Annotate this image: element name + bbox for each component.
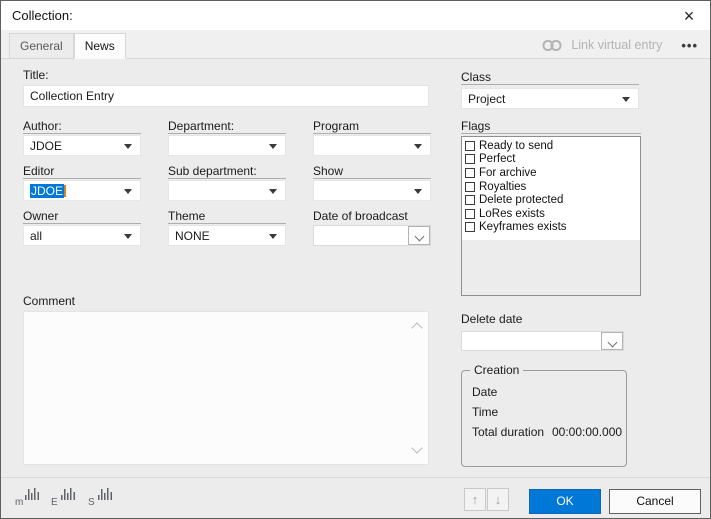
up-arrow-icon: ↑ xyxy=(472,492,479,507)
svg-text:m: m xyxy=(15,497,23,508)
flag-item[interactable]: Delete protected xyxy=(462,193,640,207)
program-label: Program xyxy=(313,119,431,134)
dialog-title: Collection: xyxy=(12,8,73,23)
delete-date-picker[interactable] xyxy=(461,331,624,351)
editor-label: Editor xyxy=(23,164,141,179)
creation-groupbox: Creation Date Time Total duration 00:00:… xyxy=(461,370,627,467)
checkbox-unchecked-icon[interactable] xyxy=(465,168,475,178)
checkbox-unchecked-icon[interactable] xyxy=(465,209,475,219)
text-caret xyxy=(64,185,66,197)
creation-time-label: Time xyxy=(472,405,498,419)
datepicker-dropdown-button[interactable] xyxy=(601,332,623,350)
flags-items: Ready to send Perfect For archive Royalt… xyxy=(462,137,640,240)
move-up-button[interactable]: ↑ xyxy=(464,488,486,511)
flags-listbox[interactable]: Ready to send Perfect For archive Royalt… xyxy=(461,136,641,296)
author-value: JDOE xyxy=(30,139,62,153)
comment-label: Comment xyxy=(23,294,223,309)
e-waveform-icon: E xyxy=(51,485,78,508)
show-label: Show xyxy=(313,164,431,179)
owner-combobox[interactable]: all xyxy=(23,225,141,246)
chevron-down-icon xyxy=(608,338,618,348)
dropdown-arrow-icon xyxy=(414,144,422,149)
author-combobox[interactable]: JDOE xyxy=(23,135,141,156)
link-icon xyxy=(540,38,564,53)
theme-label: Theme xyxy=(168,209,286,224)
date-of-broadcast-label: Date of broadcast xyxy=(313,209,431,224)
program-combobox[interactable] xyxy=(313,135,431,156)
svg-text:E: E xyxy=(51,497,58,508)
checkbox-unchecked-icon[interactable] xyxy=(465,141,475,151)
editor-value-selected: JDOE xyxy=(30,184,64,198)
s-waveform-icon: S xyxy=(88,485,115,508)
creation-total-duration-value: 00:00:00.000 xyxy=(552,425,622,439)
flag-item[interactable]: Royalties xyxy=(462,180,640,194)
title-label: Title: xyxy=(23,68,429,83)
creation-total-duration-label: Total duration xyxy=(472,425,544,439)
flag-item[interactable]: Ready to send xyxy=(462,139,640,153)
datepicker-dropdown-button[interactable] xyxy=(408,226,430,245)
checkbox-unchecked-icon[interactable] xyxy=(465,195,475,205)
class-label: Class xyxy=(461,70,639,85)
tab-news[interactable]: News xyxy=(74,33,126,59)
flag-item[interactable]: Perfect xyxy=(462,153,640,167)
m-waveform-icon: m xyxy=(15,485,42,508)
cancel-button[interactable]: Cancel xyxy=(609,489,701,514)
checkbox-unchecked-icon[interactable] xyxy=(465,182,475,192)
chevron-down-icon xyxy=(415,232,425,242)
link-virtual-entry-button[interactable]: Link virtual entry xyxy=(571,38,662,52)
dropdown-arrow-icon xyxy=(124,144,132,149)
checkbox-unchecked-icon[interactable] xyxy=(465,222,475,232)
flag-item[interactable]: LoRes exists xyxy=(462,207,640,221)
dropdown-arrow-icon xyxy=(622,97,630,102)
collection-dialog: Collection: × General News Link virtual … xyxy=(0,0,711,519)
creation-date-label: Date xyxy=(472,385,497,399)
owner-value: all xyxy=(30,229,42,243)
header-actions: Link virtual entry ••• xyxy=(540,32,698,58)
move-down-button[interactable]: ↓ xyxy=(487,488,509,511)
owner-label: Owner xyxy=(23,209,141,224)
svg-text:S: S xyxy=(88,497,95,508)
title-input[interactable]: Collection Entry xyxy=(23,85,429,107)
dropdown-arrow-icon xyxy=(124,189,132,194)
close-button[interactable]: × xyxy=(673,3,705,28)
flags-label: Flags xyxy=(461,119,641,134)
scroll-up-icon[interactable] xyxy=(411,322,422,333)
s-waveform-button[interactable]: S xyxy=(88,485,115,508)
show-combobox[interactable] xyxy=(313,180,431,201)
tab-general[interactable]: General xyxy=(9,33,74,59)
class-combobox[interactable]: Project xyxy=(461,88,639,109)
footer-divider xyxy=(1,477,710,478)
e-waveform-button[interactable]: E xyxy=(51,485,78,508)
more-options-button[interactable]: ••• xyxy=(681,38,698,53)
down-arrow-icon: ↓ xyxy=(495,492,502,507)
theme-value: NONE xyxy=(175,229,210,243)
class-value: Project xyxy=(468,92,505,106)
editor-combobox[interactable]: JDOE xyxy=(23,180,141,201)
dropdown-arrow-icon xyxy=(269,144,277,149)
ok-button[interactable]: OK xyxy=(529,489,601,514)
tabs: General News xyxy=(9,33,126,59)
flag-item[interactable]: For archive xyxy=(462,166,640,180)
creation-legend: Creation xyxy=(470,363,523,377)
dropdown-arrow-icon xyxy=(414,189,422,194)
dropdown-arrow-icon xyxy=(124,234,132,239)
m-waveform-button[interactable]: m xyxy=(15,485,42,508)
date-of-broadcast-picker[interactable] xyxy=(313,225,431,246)
comment-textarea[interactable] xyxy=(23,311,429,465)
sub-department-combobox[interactable] xyxy=(168,180,286,201)
close-icon: × xyxy=(684,6,695,26)
checkbox-unchecked-icon[interactable] xyxy=(465,154,475,164)
sub-department-label: Sub department: xyxy=(168,164,286,179)
department-label: Department: xyxy=(168,119,286,134)
dropdown-arrow-icon xyxy=(269,234,277,239)
theme-combobox[interactable]: NONE xyxy=(168,225,286,246)
flag-item[interactable]: Keyframes exists xyxy=(462,221,640,235)
titlebar: Collection: × xyxy=(1,1,710,30)
dropdown-arrow-icon xyxy=(269,189,277,194)
author-label: Author: xyxy=(23,119,141,134)
department-combobox[interactable] xyxy=(168,135,286,156)
delete-date-label: Delete date xyxy=(461,312,639,327)
scroll-down-icon[interactable] xyxy=(411,442,422,453)
